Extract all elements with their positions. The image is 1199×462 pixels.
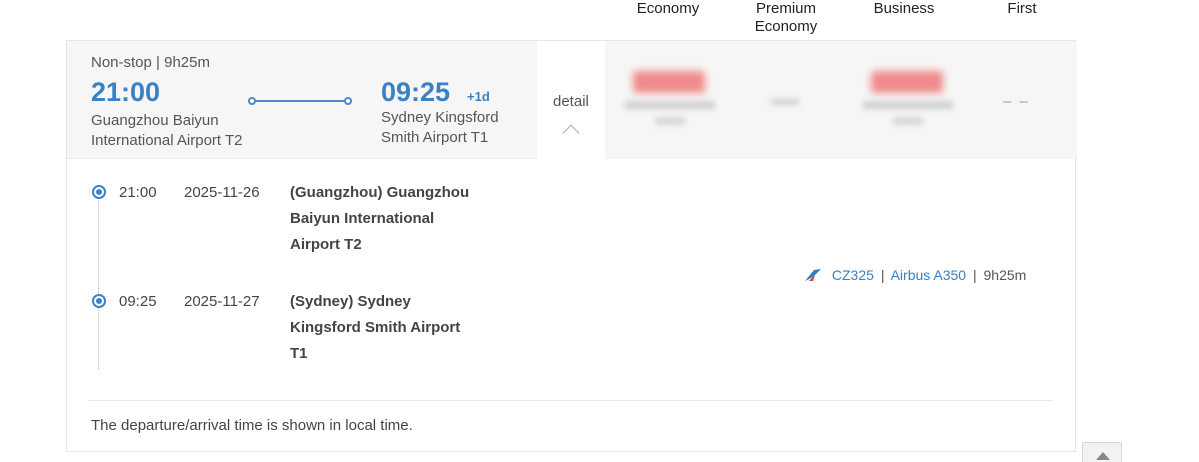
price-cell-economy[interactable] [607, 41, 725, 159]
departure-time: 21:00 [91, 77, 161, 107]
segment-departure-airport: (Guangzhou) Guangzhou Baiyun Internation… [290, 184, 470, 253]
stops-duration: Non-stop | 9h25m [91, 54, 210, 71]
price-cell-first: – – [963, 41, 1075, 159]
segment-arrival-time: 09:25 [119, 293, 157, 310]
detail-toggle[interactable]: detail [553, 93, 589, 110]
segment-arrival-airport: (Sydney) Sydney Kingsford Smith Airport … [290, 293, 461, 362]
premium-price-blurred [771, 99, 799, 105]
arrival-point-icon [92, 294, 106, 308]
divider [89, 400, 1053, 401]
economy-info-blurred [625, 101, 715, 109]
flight-info: CZ325 | Airbus A350 | 9h25m [804, 267, 1026, 283]
segment-departure-date: 2025-11-26 [184, 184, 260, 201]
flight-result-page: Economy Premium Economy Business First N… [0, 0, 1199, 462]
route-line-icon [248, 97, 352, 105]
departure-point-icon [92, 185, 106, 199]
itinerary-timeline [98, 191, 100, 369]
segment-departure-time: 21:00 [119, 184, 157, 201]
separator: | [972, 267, 977, 283]
plus-day-badge: +1d [467, 89, 490, 104]
business-subinfo-blurred [893, 117, 923, 125]
first-price-unavailable: – – [1003, 93, 1030, 110]
back-to-top-button[interactable] [1082, 442, 1122, 462]
departure-airport: Guangzhou Baiyun International Airport T… [91, 112, 243, 149]
first-label: First [1007, 0, 1037, 17]
business-info-blurred [863, 101, 953, 109]
flight-summary[interactable]: Non-stop | 9h25m 21:00 Guangzhou Baiyun … [67, 41, 1077, 159]
arrival-airport: Sydney Kingsford Smith Airport T1 [381, 109, 499, 146]
segment-arrival-date: 2025-11-27 [184, 293, 260, 310]
flight-duration: 9h25m [983, 267, 1027, 283]
arrival-time: 09:25 [381, 77, 451, 107]
economy-label: Economy [636, 0, 700, 17]
flight-number-link[interactable]: CZ325 [832, 267, 874, 283]
column-header-first: First [972, 0, 1072, 18]
aircraft-type-link[interactable]: Airbus A350 [891, 267, 967, 283]
column-header-premium-economy: Premium Economy [736, 0, 836, 36]
economy-subinfo-blurred [655, 117, 685, 125]
economy-price-blurred [633, 71, 705, 93]
business-price-blurred [871, 71, 943, 93]
premium-label-line1: Premium [755, 0, 816, 17]
flight-card: Non-stop | 9h25m 21:00 Guangzhou Baiyun … [66, 40, 1077, 452]
local-time-note: The departure/arrival time is shown in l… [91, 417, 413, 434]
column-header-economy: Economy [618, 0, 718, 18]
price-cell-business[interactable] [845, 41, 963, 159]
airline-logo-icon [805, 269, 821, 281]
business-label: Business [873, 0, 935, 17]
separator: | [880, 267, 885, 283]
price-cell-premium-economy[interactable] [727, 41, 845, 159]
premium-label-line2: Economy [754, 18, 818, 35]
column-header-business: Business [854, 0, 954, 18]
